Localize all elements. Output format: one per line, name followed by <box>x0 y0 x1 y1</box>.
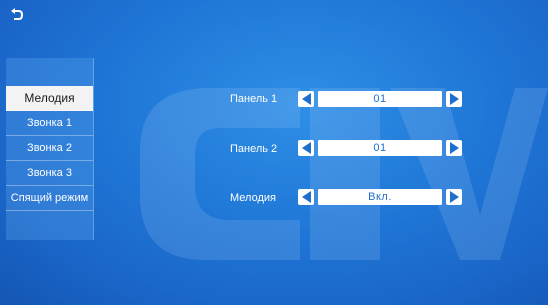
panel-1-prev-button[interactable] <box>298 91 314 107</box>
sidebar-item-label: Звонка 2 <box>27 142 72 154</box>
sidebar-item-label: Спящий режим <box>10 192 89 204</box>
sidebar-item-label: Звонка 1 <box>27 117 72 129</box>
back-button[interactable] <box>8 6 26 26</box>
panel-2-value: 01 <box>318 140 442 156</box>
sidebar-item-label: Мелодия <box>24 91 75 105</box>
arrow-left-icon <box>301 191 311 203</box>
return-arrow-icon <box>11 8 24 20</box>
melody-label: Мелодия <box>230 192 276 204</box>
panel-2-label: Панель 2 <box>230 143 278 155</box>
sidebar-item-sleep-mode[interactable]: Спящий режим <box>6 186 93 211</box>
panel-1-next-button[interactable] <box>446 91 462 107</box>
arrow-right-icon <box>449 93 459 105</box>
melody-next-button[interactable] <box>446 189 462 205</box>
melody-value: Вкл. <box>318 189 442 205</box>
panel-1-value: 01 <box>318 91 442 107</box>
arrow-left-icon <box>301 93 311 105</box>
sidebar-item-ring-1[interactable]: Звонка 1 <box>6 111 93 136</box>
arrow-right-icon <box>449 191 459 203</box>
arrow-left-icon <box>301 142 311 154</box>
arrow-right-icon <box>449 142 459 154</box>
panel-1-label: Панель 1 <box>230 93 278 105</box>
panel-2-next-button[interactable] <box>446 140 462 156</box>
panel-2-prev-button[interactable] <box>298 140 314 156</box>
screen: Мелодия Звонка 1 Звонка 2 Звонка 3 Спящи… <box>0 0 548 305</box>
sidebar-item-label: Звонка 3 <box>27 167 72 179</box>
sidebar-item-ring-3[interactable]: Звонка 3 <box>6 161 93 186</box>
sidebar-menu: Мелодия Звонка 1 Звонка 2 Звонка 3 Спящи… <box>6 58 94 240</box>
sidebar-item-ring-2[interactable]: Звонка 2 <box>6 136 93 161</box>
melody-prev-button[interactable] <box>298 189 314 205</box>
sidebar-item-melody[interactable]: Мелодия <box>6 86 93 111</box>
